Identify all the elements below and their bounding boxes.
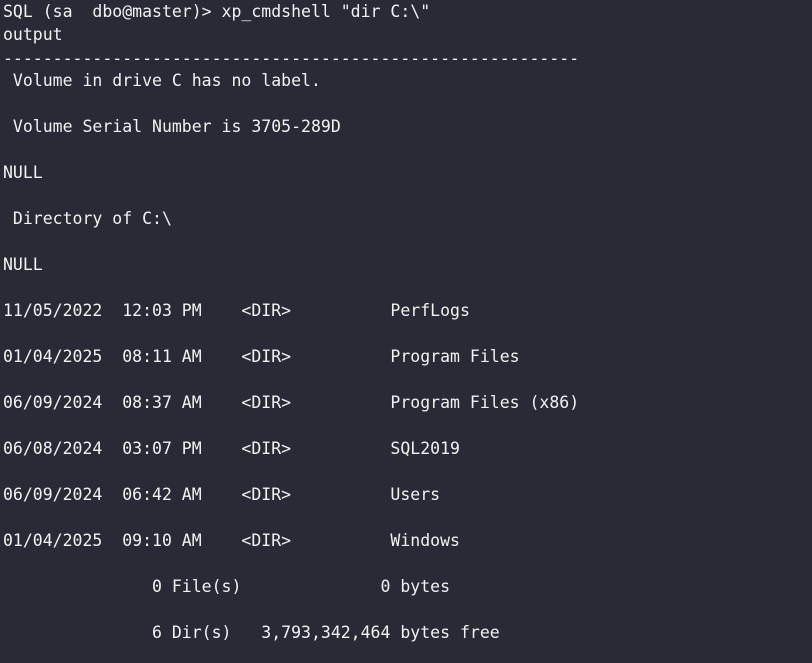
output-line: 0 File(s) 0 bytes (3, 577, 451, 596)
output-line: 01/04/2025 08:11 AM <DIR> Program Files (3, 347, 520, 366)
output-line: 06/08/2024 03:07 PM <DIR> SQL2019 (3, 439, 460, 458)
output-line: 6 Dir(s) 3,793,342,464 bytes free (3, 623, 500, 642)
sql-prompt: SQL (sa dbo@master)> (3, 2, 222, 21)
command-line: SQL (sa dbo@master)> xp_cmdshell "dir C:… (3, 0, 812, 23)
terminal-window[interactable]: SQL (sa dbo@master)> xp_cmdshell "dir C:… (0, 0, 812, 663)
output-line: 06/09/2024 06:42 AM <DIR> Users (3, 485, 441, 504)
column-header: output (3, 25, 63, 44)
command-text: xp_cmdshell "dir C:\" (221, 2, 431, 21)
output-line: Volume Serial Number is 3705-289D (3, 117, 341, 136)
output-line: NULL (3, 163, 43, 182)
output-line: NULL (3, 255, 43, 274)
output-line: Volume in drive C has no label. (3, 71, 321, 90)
output-line: 11/05/2022 12:03 PM <DIR> PerfLogs (3, 301, 470, 320)
output-line: 01/04/2025 09:10 AM <DIR> Windows (3, 531, 460, 550)
output-line: 06/09/2024 08:37 AM <DIR> Program Files … (3, 393, 580, 412)
output-line: Directory of C:\ (3, 209, 172, 228)
header-separator: ----------------------------------------… (3, 49, 580, 68)
command-output: Volume in drive C has no label. Volume S… (3, 69, 812, 644)
